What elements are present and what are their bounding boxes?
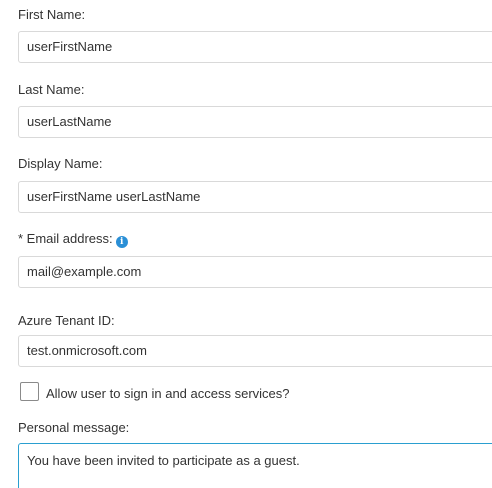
email-label: * Email address:	[18, 231, 113, 246]
last-name-field[interactable]: userLastName	[18, 106, 492, 138]
tenant-id-label: Azure Tenant ID:	[18, 313, 115, 328]
display-name-field[interactable]: userFirstName userLastName	[18, 181, 492, 213]
personal-message-label: Personal message:	[18, 420, 130, 435]
personal-message-textarea[interactable]: You have been invited to participate as …	[18, 443, 492, 488]
display-name-label: Display Name:	[18, 156, 103, 171]
email-label-row: * Email address: i	[18, 231, 128, 248]
allow-signin-checkbox[interactable]	[20, 382, 39, 401]
email-field[interactable]: mail@example.com	[18, 256, 492, 288]
last-name-label: Last Name:	[18, 82, 85, 97]
first-name-field[interactable]: userFirstName	[18, 31, 492, 63]
user-invite-form: First Name: userFirstName Last Name: use…	[0, 0, 492, 488]
tenant-id-field[interactable]: test.onmicrosoft.com	[18, 335, 492, 367]
allow-signin-label[interactable]: Allow user to sign in and access service…	[46, 386, 290, 402]
info-icon[interactable]: i	[115, 236, 128, 248]
first-name-label: First Name:	[18, 7, 86, 22]
